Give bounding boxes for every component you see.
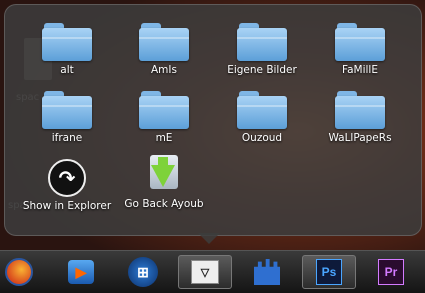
- folder-tile[interactable]: FaMillE: [312, 23, 408, 76]
- folder-label: WaLlPapeRs: [328, 132, 392, 144]
- folder-tile[interactable]: WaLlPapeRs: [312, 91, 408, 144]
- folder-icon: [237, 91, 287, 129]
- taskbar-premiere-button[interactable]: Pr: [364, 255, 418, 289]
- firefox-icon: [5, 258, 33, 286]
- taskbar-start-button[interactable]: ⊞: [116, 255, 170, 289]
- folder-label: ifrane: [51, 132, 83, 144]
- curved-arrow-icon: ↷: [48, 159, 86, 197]
- folder-tile[interactable]: Eigene Bilder: [214, 23, 310, 76]
- folder-tile[interactable]: alt: [19, 23, 115, 76]
- folder-label: alt: [60, 64, 74, 76]
- folder-tile[interactable]: ifrane: [19, 91, 115, 144]
- media-player-icon: ▶: [68, 260, 94, 284]
- folder-icon: [139, 91, 189, 129]
- folder-icon: [42, 91, 92, 129]
- taskbar: ▶ ⊞ ▽ Ps Pr: [0, 250, 425, 293]
- taskbar-media-player-button[interactable]: ▶: [54, 255, 108, 289]
- castle-icon: [254, 259, 280, 285]
- folder-icon: [42, 23, 92, 61]
- taskbar-photoshop-button[interactable]: Ps: [302, 255, 356, 289]
- folder-label: AmIs: [151, 64, 177, 76]
- folder-label: Ouzoud: [241, 132, 283, 144]
- popup-pointer: [198, 233, 220, 244]
- premiere-icon: Pr: [378, 259, 404, 285]
- folder-tile[interactable]: Ouzoud: [214, 91, 310, 144]
- action-label: Go Back Ayoub: [124, 198, 204, 210]
- folder-tile[interactable]: mE: [116, 91, 212, 144]
- folder-icon: [139, 23, 189, 61]
- chevron-down-icon: ▽: [191, 260, 219, 284]
- folder-label: mE: [155, 132, 173, 144]
- photoshop-icon: Ps: [316, 259, 342, 285]
- stack-popup: alt AmIs Eigene Bilder FaMillE ifrane mE…: [4, 4, 422, 236]
- taskbar-castle-button[interactable]: [240, 255, 294, 289]
- go-back-button[interactable]: Go Back Ayoub: [116, 155, 212, 210]
- folder-label: FaMillE: [342, 64, 378, 76]
- folder-icon: [237, 23, 287, 61]
- folder-icon: [335, 23, 385, 61]
- windows-orb-icon: ⊞: [128, 257, 158, 287]
- folder-icon: [335, 91, 385, 129]
- action-label: Show in Explorer: [22, 200, 112, 212]
- folder-label: Eigene Bilder: [227, 64, 297, 76]
- taskbar-firefox-button[interactable]: [0, 255, 46, 289]
- folder-tile[interactable]: AmIs: [116, 23, 212, 76]
- go-back-arrow-icon: [144, 155, 184, 195]
- taskbar-stack-button[interactable]: ▽: [178, 255, 232, 289]
- show-in-explorer-button[interactable]: ↷ Show in Explorer: [19, 159, 115, 212]
